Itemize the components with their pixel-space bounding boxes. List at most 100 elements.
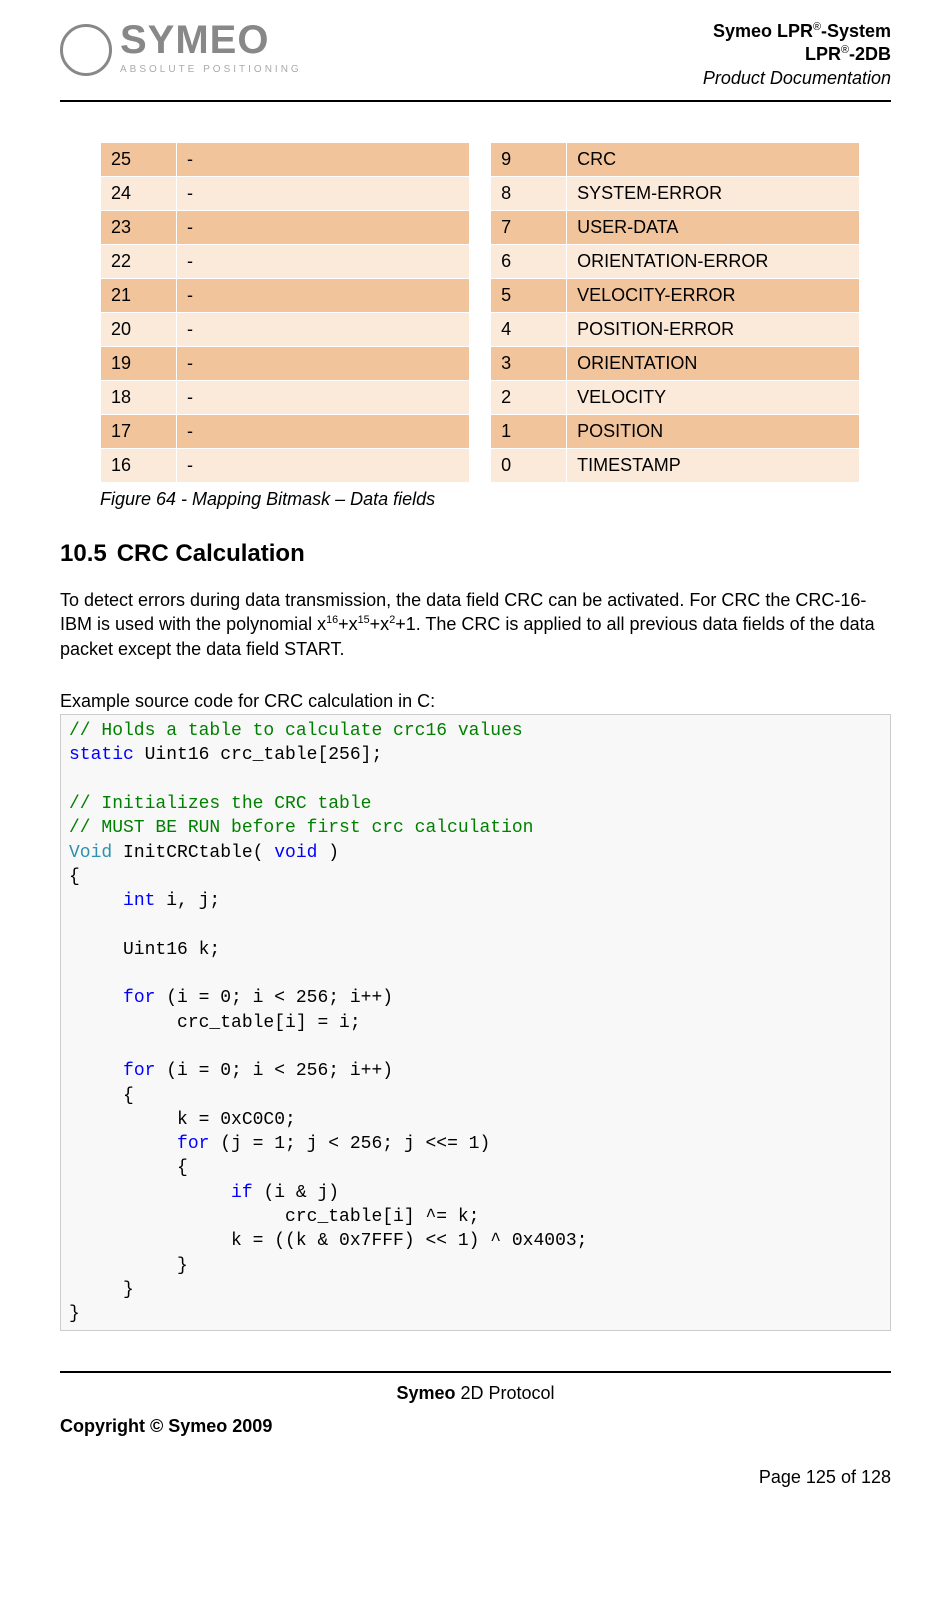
table-row: 20- [101, 313, 470, 347]
bit-label: ORIENTATION [567, 347, 860, 381]
reg2: ® [841, 44, 849, 56]
code-l17: crc_table[i] ^= k; [69, 1207, 479, 1227]
code-l5d: ) [317, 843, 339, 863]
bit-number: 20 [101, 313, 177, 347]
code-l16b: (i & j) [253, 1183, 339, 1203]
code-l11b: (i = 0; i < 256; i++) [155, 1061, 393, 1081]
bit-number: 5 [491, 279, 567, 313]
bit-number: 6 [491, 245, 567, 279]
bit-number: 19 [101, 347, 177, 381]
logo-tagline: ABSOLUTE POSITIONING [120, 64, 302, 75]
code-l13: k = 0xC0C0; [69, 1110, 296, 1130]
table-row: 19- [101, 347, 470, 381]
bit-label: VELOCITY [567, 381, 860, 415]
code-l7b: i, j; [155, 891, 220, 911]
table-row: 9CRC [491, 143, 860, 177]
para-p1: +x [338, 614, 358, 634]
bit-label: - [177, 381, 470, 415]
bit-number: 18 [101, 381, 177, 415]
table-row: 24- [101, 177, 470, 211]
bit-number: 22 [101, 245, 177, 279]
table-row: 7USER-DATA [491, 211, 860, 245]
bit-label: CRC [567, 143, 860, 177]
code-l11a: for [123, 1061, 155, 1081]
figure-caption: Figure 64 - Mapping Bitmask – Data field… [100, 489, 891, 510]
bit-label: - [177, 211, 470, 245]
code-l7a: int [123, 891, 155, 911]
bit-number: 7 [491, 211, 567, 245]
bit-label: - [177, 143, 470, 177]
bit-label: POSITION-ERROR [567, 313, 860, 347]
header-line1a: Symeo LPR [713, 21, 813, 41]
bit-number: 17 [101, 415, 177, 449]
bit-label: TIMESTAMP [567, 449, 860, 483]
footer-page-number: Page 125 of 128 [60, 1467, 891, 1488]
footer-rule [60, 1371, 891, 1373]
bitmask-tables: 25-24-23-22-21-20-19-18-17-16- 9CRC8SYST… [100, 142, 871, 483]
table-row: 16- [101, 449, 470, 483]
table-row: 2VELOCITY [491, 381, 860, 415]
bit-label: - [177, 279, 470, 313]
code-l19: } [69, 1256, 188, 1276]
footer-protocol-a: Symeo [396, 1383, 455, 1403]
code-l15: { [69, 1158, 188, 1178]
bit-number: 0 [491, 449, 567, 483]
table-row: 1POSITION [491, 415, 860, 449]
code-l21: } [69, 1304, 80, 1324]
bit-label: - [177, 245, 470, 279]
footer-protocol-b: 2D Protocol [455, 1383, 554, 1403]
left-bit-table: 25-24-23-22-21-20-19-18-17-16- [100, 142, 470, 483]
right-bit-table: 9CRC8SYSTEM-ERROR7USER-DATA6ORIENTATION-… [490, 142, 860, 483]
footer-copyright: Copyright © Symeo 2009 [60, 1416, 891, 1437]
bit-label: ORIENTATION-ERROR [567, 245, 860, 279]
code-l14a: for [177, 1134, 209, 1154]
table-row: 3ORIENTATION [491, 347, 860, 381]
code-l5c: void [274, 843, 317, 863]
code-l16a: if [231, 1183, 253, 1203]
code-l2a: static [69, 745, 134, 765]
code-l18: k = ((k & 0x7FFF) << 1) ^ 0x4003; [69, 1231, 587, 1251]
bit-label: - [177, 415, 470, 449]
bit-number: 24 [101, 177, 177, 211]
header-line2a: LPR [805, 44, 841, 64]
bit-number: 8 [491, 177, 567, 211]
code-c4: // MUST BE RUN before first crc calculat… [69, 818, 533, 838]
bit-number: 2 [491, 381, 567, 415]
bit-number: 23 [101, 211, 177, 245]
page-header: SYMEO ABSOLUTE POSITIONING Symeo LPR ® -Sy… [60, 20, 891, 102]
table-row: 23- [101, 211, 470, 245]
bit-label: - [177, 177, 470, 211]
para-p2: +x [370, 614, 390, 634]
bit-label: USER-DATA [567, 211, 860, 245]
para-e2: 15 [358, 614, 370, 626]
section-title: CRC Calculation [117, 540, 305, 567]
bit-label: VELOCITY-ERROR [567, 279, 860, 313]
example-label: Example source code for CRC calculation … [60, 691, 891, 712]
footer-protocol: Symeo 2D Protocol [60, 1383, 891, 1404]
bit-label: - [177, 347, 470, 381]
header-line1b: -System [821, 21, 891, 41]
code-l9b: (i = 0; i < 256; i++) [155, 988, 393, 1008]
code-l5b: InitCRCtable( [112, 843, 274, 863]
bit-label: - [177, 313, 470, 347]
bit-number: 3 [491, 347, 567, 381]
table-row: 22- [101, 245, 470, 279]
section-number: 10.5 [60, 540, 107, 567]
bit-label: - [177, 449, 470, 483]
logo-icon [60, 24, 112, 76]
section-heading: 10.5 CRC Calculation [60, 540, 891, 568]
code-l6: { [69, 867, 80, 887]
header-title-block: Symeo LPR®-System LPR®-2DB Product Docum… [703, 20, 891, 90]
table-row: 0TIMESTAMP [491, 449, 860, 483]
logo-text: SYMEO [120, 20, 302, 60]
code-c3: // Initializes the CRC table [69, 794, 371, 814]
code-l14b: (j = 1; j < 256; j <<= 1) [209, 1134, 490, 1154]
bit-number: 4 [491, 313, 567, 347]
code-l2b: Uint16 crc_table[256]; [134, 745, 382, 765]
table-row: 17- [101, 415, 470, 449]
bit-number: 16 [101, 449, 177, 483]
bit-number: 9 [491, 143, 567, 177]
table-row: 4POSITION-ERROR [491, 313, 860, 347]
code-l5a: Void [69, 843, 112, 863]
bit-number: 1 [491, 415, 567, 449]
